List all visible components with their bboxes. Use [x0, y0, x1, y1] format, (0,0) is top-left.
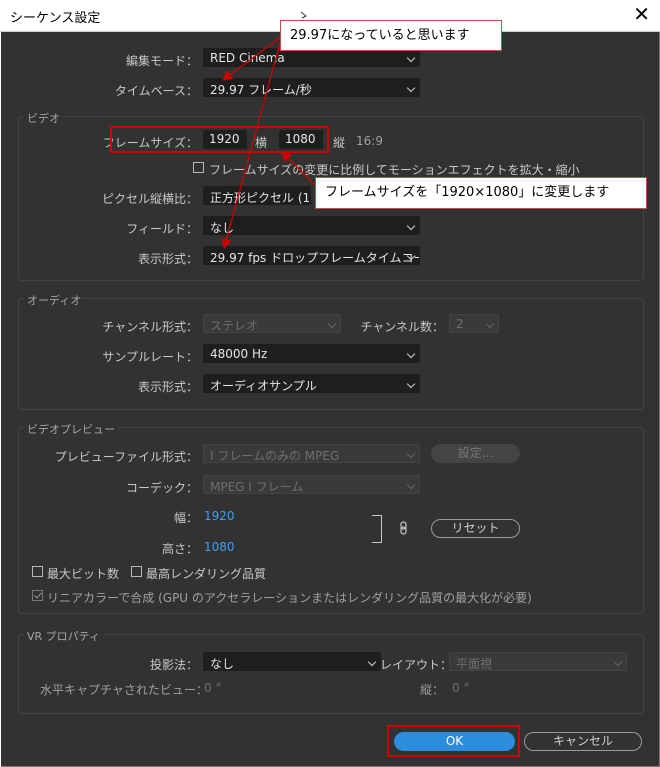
video-display-format-dropdown[interactable]: 29.97 fps ドロップフレームタイムコード: [203, 246, 420, 265]
vertical-label: 縦：: [419, 683, 444, 697]
horizontal-capture-label: 水平キャプチャされたビュー：: [40, 683, 208, 697]
max-render-quality-label: 最高レンダリング品質: [146, 567, 267, 581]
projection-label: 投影法：: [149, 658, 198, 672]
frame-size-highlight: [110, 126, 329, 153]
preview-settings-button[interactable]: 設定...: [431, 444, 520, 463]
chevron-down-icon: [613, 657, 623, 667]
close-icon[interactable]: ✕: [633, 2, 650, 26]
height-unit-label: 縦: [333, 136, 346, 150]
channel-count-value: 2: [456, 317, 464, 331]
pixel-aspect-value: 正方形ピクセル (1.0): [210, 191, 311, 205]
field-value: なし: [210, 221, 235, 235]
preview-file-format-label: プレビューファイル形式：: [54, 450, 198, 464]
window-title: シーケンス設定: [10, 11, 101, 26]
chain-link-icon[interactable]: [399, 521, 409, 535]
horizontal-capture-value: 0 °: [204, 681, 222, 695]
layout-value: 平面視: [456, 657, 493, 671]
preview-file-format-value: I フレームのみの MPEG: [210, 449, 340, 463]
linear-color-label: リニアカラーで合成 (GPU のアクセラレーションまたはレンダリング品質の最大化…: [47, 591, 532, 605]
channel-format-value: ステレオ: [210, 319, 259, 333]
audio-display-format-value: オーディオサンプル: [210, 379, 317, 393]
pixel-aspect-dropdown[interactable]: 正方形ピクセル (1.0): [203, 186, 311, 205]
field-label: フィールド：: [126, 222, 198, 236]
edit-mode-value: RED Cinema: [210, 51, 285, 65]
chevron-down-icon: [406, 221, 416, 231]
channel-format-label: チャンネル形式：: [102, 320, 198, 334]
scale-motion-checkbox[interactable]: [193, 162, 204, 173]
edit-mode-label: 編集モード：: [125, 54, 198, 68]
aspect-link-bracket: [372, 515, 382, 543]
reset-button[interactable]: リセット: [431, 519, 520, 538]
video-group-title: ビデオ: [24, 110, 63, 126]
chevron-down-icon: [406, 480, 416, 490]
aspect-ratio-text: 16:9: [356, 134, 383, 148]
scale-motion-label: フレームサイズの変更に比例してモーションエフェクトを拡大・縮小: [209, 163, 580, 177]
chevron-down-icon: [327, 319, 337, 329]
channel-count-label: チャンネル数：: [360, 320, 444, 334]
codec-value: MPEG I フレーム: [210, 480, 304, 494]
channel-format-dropdown[interactable]: ステレオ: [203, 314, 341, 333]
channel-count-dropdown[interactable]: 2: [449, 314, 499, 333]
max-bit-depth-label: 最大ビット数: [47, 567, 120, 581]
sample-rate-dropdown[interactable]: 48000 Hz: [203, 344, 420, 363]
projection-dropdown[interactable]: なし: [203, 652, 381, 671]
preview-width-value[interactable]: 1920: [204, 509, 235, 523]
video-display-format-value: 29.97 fps ドロップフレームタイムコード: [210, 251, 420, 265]
timebase-callout: 29.97になっていると思います: [280, 20, 502, 51]
chevron-down-icon: [406, 53, 416, 63]
video-preview-group-title: ビデオプレビュー: [24, 421, 118, 437]
codec-dropdown[interactable]: MPEG I フレーム: [203, 475, 420, 494]
chevron-down-icon: [485, 319, 495, 329]
sample-rate-value: 48000 Hz: [210, 347, 268, 361]
vr-properties-group: [18, 634, 644, 714]
chevron-down-icon: [406, 83, 416, 93]
vr-group-title: VR プロパティ: [24, 628, 104, 644]
preview-width-label: 幅：: [173, 511, 198, 525]
audio-display-format-label: 表示形式：: [137, 380, 198, 394]
pixel-aspect-label: ピクセル縦横比：: [101, 192, 198, 206]
preview-height-label: 高さ：: [161, 542, 198, 556]
codec-label: コーデック：: [125, 481, 198, 495]
linear-color-checkbox[interactable]: [32, 590, 43, 601]
chevron-down-icon: [367, 657, 377, 667]
max-bit-depth-checkbox[interactable]: [32, 566, 43, 577]
audio-display-format-dropdown[interactable]: オーディオサンプル: [203, 374, 420, 393]
cancel-button[interactable]: キャンセル: [524, 732, 642, 751]
layout-label: レイアウト：: [380, 658, 453, 672]
ok-highlight: [387, 725, 520, 757]
timebase-dropdown[interactable]: 29.97 フレーム/秒: [203, 78, 420, 97]
timebase-label: タイムベース：: [114, 84, 198, 98]
preview-height-value[interactable]: 1080: [204, 540, 235, 554]
audio-group-title: オーディオ: [24, 292, 85, 308]
max-render-quality-checkbox[interactable]: [131, 566, 142, 577]
chevron-down-icon: [406, 349, 416, 359]
chevron-down-icon: [406, 379, 416, 389]
sample-rate-label: サンプルレート：: [102, 350, 198, 364]
vertical-value: 0 °: [452, 681, 470, 695]
layout-dropdown[interactable]: 平面視: [449, 652, 627, 671]
timebase-value: 29.97 フレーム/秒: [210, 83, 312, 97]
frame-size-callout: フレームサイズを「1920×1080」に変更します: [315, 177, 647, 209]
projection-value: なし: [210, 657, 235, 671]
field-dropdown[interactable]: なし: [203, 216, 420, 235]
chevron-down-icon: [406, 449, 416, 459]
video-display-format-label: 表示形式：: [137, 252, 198, 266]
preview-file-format-dropdown[interactable]: I フレームのみの MPEG: [203, 444, 420, 463]
